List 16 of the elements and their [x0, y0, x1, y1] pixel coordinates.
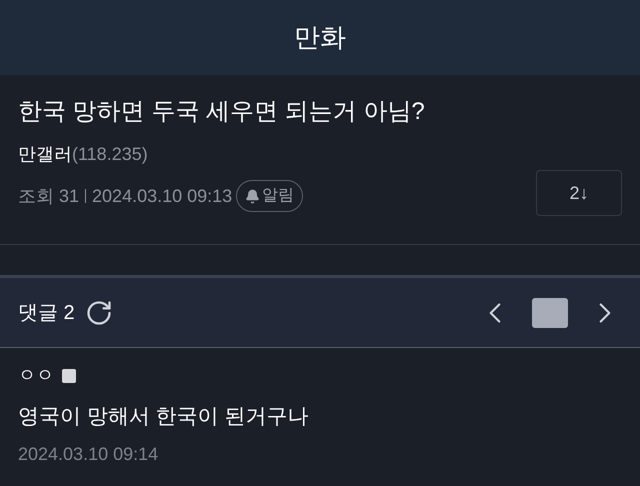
comment-author: ㅇㅇ [18, 364, 54, 387]
alert-button[interactable]: 알림 [236, 180, 304, 212]
refresh-icon[interactable] [84, 298, 113, 326]
comment-text: 영국이 망해서 한국이 된거구나 [18, 404, 310, 430]
post-title: 한국 망하면 두국 세우면 되는거 아님? [18, 97, 426, 127]
square-icon[interactable] [532, 298, 568, 328]
view-count: 조회 31 [18, 184, 80, 208]
post-date: 2024.03.10 09:13 [92, 184, 232, 208]
header-title: 만화 [294, 21, 346, 54]
user-badge-icon [62, 368, 76, 382]
bell-icon [245, 188, 260, 204]
author-ip: (118.235) [72, 143, 148, 166]
comment-date: 2024.03.10 09:14 [18, 442, 160, 466]
comment-jump-button[interactable]: 2↓ [536, 170, 622, 216]
comments-count: 댓글 2 [18, 300, 75, 326]
author-name: 만갤러 [18, 143, 72, 166]
